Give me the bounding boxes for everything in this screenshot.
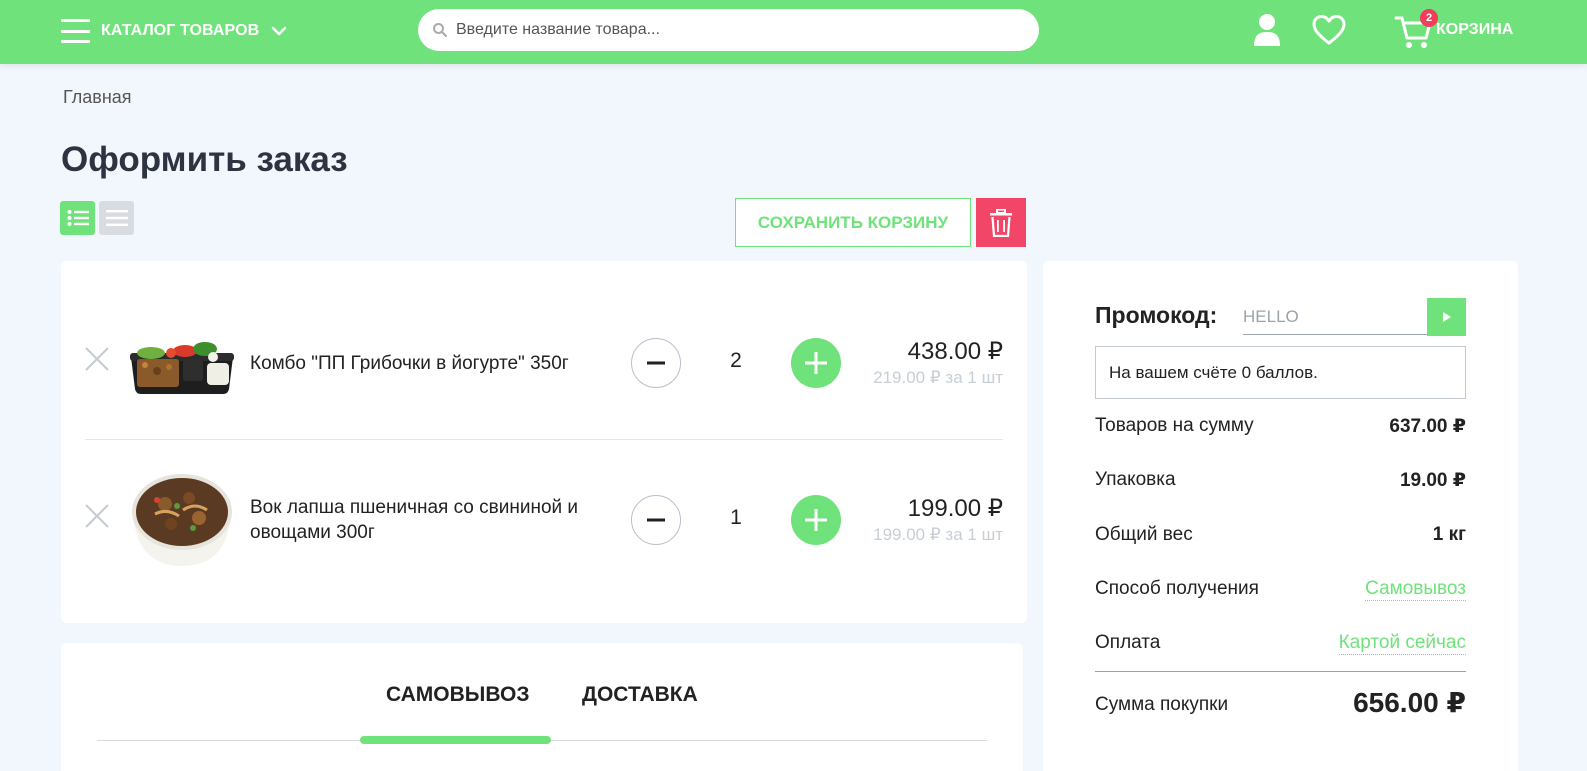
goods-total-value: 637.00 ₽	[1389, 416, 1466, 437]
receive-method-label: Способ получения	[1095, 578, 1259, 599]
search-icon	[433, 23, 447, 37]
lines-view-icon	[105, 210, 128, 226]
list-view-icon	[67, 210, 89, 226]
trash-icon	[990, 208, 1012, 237]
goods-total-row: Товаров на сумму 637.00 ₽	[1095, 415, 1466, 441]
remove-item-icon[interactable]	[85, 504, 109, 528]
plus-icon	[805, 509, 827, 531]
item-price: 438.00 ₽ 219.00 ₽ за 1 шт	[873, 337, 1003, 388]
user-icon	[1254, 14, 1280, 46]
tab-pickup[interactable]: САМОВЫВОЗ	[386, 683, 530, 707]
bonus-points-info: На вашем счёте 0 баллов.	[1095, 346, 1466, 399]
page-title: Оформить заказ	[61, 140, 348, 179]
cart-item: Вок лапша пшеничная со свининой и овощам…	[85, 442, 1003, 597]
search-input[interactable]	[456, 21, 1016, 39]
item-unit-price-line: 199.00 ₽ за 1 шт	[873, 525, 1003, 545]
cart-button[interactable]: 2 КОРЗИНА	[1394, 9, 1513, 51]
weight-value: 1 кг	[1432, 524, 1466, 545]
account-button[interactable]	[1249, 10, 1285, 50]
product-name[interactable]: Вок лапша пшеничная со свининой и овощам…	[250, 495, 620, 545]
promo-code-input[interactable]	[1243, 299, 1427, 335]
decrease-quantity-button[interactable]	[631, 495, 681, 545]
product-image-combo	[130, 342, 234, 394]
delivery-method-panel: САМОВЫВОЗ ДОСТАВКА	[61, 643, 1023, 771]
remove-item-icon[interactable]	[85, 347, 109, 371]
item-unit-price: 219.00 ₽	[873, 368, 941, 387]
packaging-row: Упаковка 19.00 ₽	[1095, 469, 1466, 495]
product-image-wok	[132, 474, 232, 566]
receive-method-link[interactable]: Самовывоз	[1365, 578, 1466, 601]
cart-label: КОРЗИНА	[1436, 21, 1514, 38]
clear-cart-button[interactable]	[976, 198, 1026, 247]
heart-icon	[1312, 15, 1346, 45]
quantity-value[interactable]: 1	[701, 506, 771, 530]
compact-view-button[interactable]	[99, 201, 134, 235]
order-total-value: 656.00 ₽	[1353, 687, 1466, 718]
play-arrow-icon	[1442, 312, 1451, 322]
save-cart-button[interactable]: СОХРАНИТЬ КОРЗИНУ	[735, 198, 971, 247]
order-summary-panel: Промокод: На вашем счёте 0 баллов. Товар…	[1043, 261, 1518, 771]
apply-promo-button[interactable]	[1427, 298, 1466, 336]
promo-label: Промокод:	[1095, 302, 1218, 328]
decrease-quantity-button[interactable]	[631, 338, 681, 388]
increase-quantity-button[interactable]	[791, 338, 841, 388]
minus-icon	[647, 518, 665, 522]
increase-quantity-button[interactable]	[791, 495, 841, 545]
payment-method-link[interactable]: Картой сейчас	[1338, 632, 1466, 655]
favorites-button[interactable]	[1311, 10, 1347, 50]
header: КАТАЛОГ ТОВАРОВ 2 КОРЗИНА	[0, 0, 1587, 64]
menu-icon	[61, 19, 90, 43]
item-price: 199.00 ₽ 199.00 ₽ за 1 шт	[873, 494, 1003, 545]
packaging-label: Упаковка	[1095, 469, 1176, 490]
packaging-value: 19.00 ₽	[1399, 470, 1466, 491]
list-view-button[interactable]	[60, 201, 95, 235]
weight-row: Общий вес 1 кг	[1095, 524, 1466, 550]
summary-divider	[1095, 671, 1466, 672]
cart-items-panel: Комбо "ПП Грибочки в йогурте" 350г 2 438…	[61, 261, 1027, 623]
catalog-label: КАТАЛОГ ТОВАРОВ	[101, 22, 260, 39]
item-unit-price-line: 219.00 ₽ за 1 шт	[873, 368, 1003, 388]
payment-row: Оплата Картой сейчас	[1095, 632, 1466, 658]
item-total-price: 438.00 ₽	[907, 338, 1003, 365]
item-total-price: 199.00 ₽	[907, 495, 1003, 522]
plus-icon	[805, 352, 827, 374]
search-bar	[418, 9, 1039, 51]
order-total-label: Сумма покупки	[1095, 694, 1229, 715]
quantity-value[interactable]: 2	[701, 349, 771, 373]
cart-count-badge: 2	[1420, 9, 1438, 27]
chevron-down-icon	[272, 26, 287, 36]
minus-icon	[647, 361, 665, 365]
cart-item: Комбо "ПП Грибочки в йогурте" 350г 2 438…	[85, 285, 1003, 440]
item-unit-suffix: за 1 шт	[945, 368, 1003, 387]
payment-label: Оплата	[1095, 632, 1161, 653]
receive-method-row: Способ получения Самовывоз	[1095, 578, 1466, 604]
catalog-menu-button[interactable]: КАТАЛОГ ТОВАРОВ	[61, 16, 287, 46]
item-unit-suffix: за 1 шт	[945, 525, 1003, 544]
active-tab-indicator	[360, 736, 551, 744]
item-unit-price: 199.00 ₽	[873, 525, 941, 544]
tab-delivery[interactable]: ДОСТАВКА	[582, 683, 698, 707]
product-name[interactable]: Комбо "ПП Грибочки в йогурте" 350г	[250, 351, 620, 376]
breadcrumb[interactable]: Главная	[63, 87, 132, 108]
weight-label: Общий вес	[1095, 524, 1193, 545]
goods-total-label: Товаров на сумму	[1095, 415, 1254, 436]
